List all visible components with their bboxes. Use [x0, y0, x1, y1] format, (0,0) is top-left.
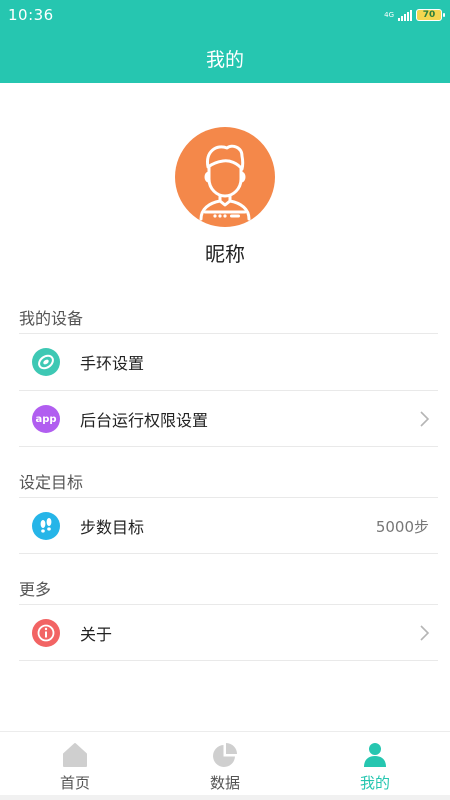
status-indicators: 4G 70 — [384, 7, 445, 23]
divider — [19, 553, 438, 554]
person-icon — [364, 743, 386, 767]
step-goal-value: 5000步 — [375, 517, 429, 536]
bottom-navigation: 首页 数据 我的 — [0, 731, 450, 800]
list-item-about[interactable]: 关于 — [19, 605, 438, 661]
signal-icon — [398, 9, 412, 21]
page-title: 我的 — [205, 49, 244, 71]
list-item-label: 后台运行权限设置 — [80, 411, 209, 430]
app-icon: app — [32, 405, 60, 433]
nav-label: 我的 — [359, 774, 390, 792]
nav-label: 首页 — [59, 774, 90, 792]
section-title-goals: 设定目标 — [19, 473, 84, 492]
system-bottom-strip — [0, 795, 450, 800]
app-header: 10:36 4G 70 我的 — [0, 0, 450, 83]
user-avatar-icon[interactable] — [175, 127, 275, 227]
chevron-right-icon — [420, 411, 430, 427]
battery-icon: 70 — [416, 9, 445, 21]
nav-tab-data[interactable]: 数据 — [150, 732, 300, 800]
list-item-label: 关于 — [80, 625, 113, 644]
chevron-right-icon — [420, 625, 430, 641]
profile-section: 昵称 — [0, 83, 450, 283]
home-icon — [63, 743, 87, 767]
band-icon — [32, 348, 60, 376]
list-item-band-settings[interactable]: 手环设置 — [19, 334, 438, 390]
footprints-icon — [32, 512, 60, 540]
user-nickname[interactable]: 昵称 — [0, 238, 450, 267]
battery-level: 70 — [422, 10, 436, 20]
status-bar: 10:36 4G 70 — [0, 0, 450, 32]
list-item-step-goal[interactable]: 步数目标 5000步 — [19, 498, 438, 554]
section-title-devices: 我的设备 — [19, 309, 84, 328]
list-item-label: 手环设置 — [80, 354, 145, 373]
pie-chart-icon — [213, 743, 237, 767]
app-icon-text: app — [35, 413, 57, 425]
status-time: 10:36 — [8, 6, 54, 24]
divider — [19, 660, 438, 661]
list-item-background-permission[interactable]: app 后台运行权限设置 — [19, 391, 438, 447]
nav-tab-home[interactable]: 首页 — [0, 732, 150, 800]
divider — [19, 446, 438, 447]
list-item-label: 步数目标 — [80, 518, 145, 537]
section-title-more: 更多 — [19, 580, 52, 599]
nav-label: 数据 — [209, 774, 240, 792]
nav-tab-mine[interactable]: 我的 — [300, 732, 450, 800]
info-icon — [32, 619, 60, 647]
network-type: 4G — [384, 11, 394, 19]
